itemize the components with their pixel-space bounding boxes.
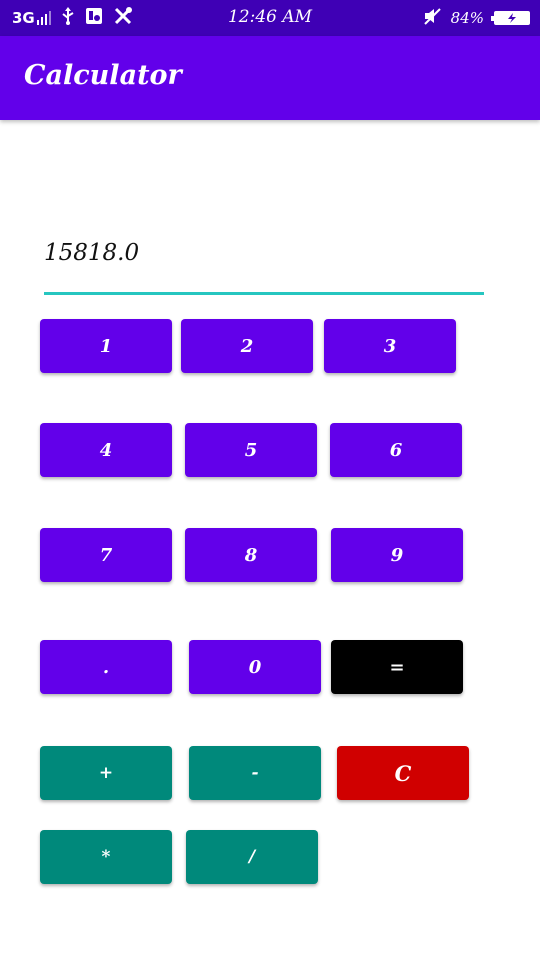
equals-button[interactable]: =	[331, 640, 463, 694]
app-bar: Calculator	[0, 36, 540, 120]
battery-icon	[491, 11, 530, 25]
digit-6-button[interactable]: 6	[330, 423, 462, 477]
digit-0-button[interactable]: 0	[189, 640, 321, 694]
display-underline	[44, 292, 484, 295]
digit-8-button[interactable]: 8	[185, 528, 317, 582]
result-display[interactable]: 15818.0	[44, 240, 139, 266]
status-right: 84%	[423, 8, 530, 28]
mute-icon	[423, 7, 441, 29]
digit-1-button[interactable]: 1	[40, 319, 172, 373]
digit-4-button[interactable]: 4	[40, 423, 172, 477]
decimal-point-button[interactable]: .	[40, 640, 172, 694]
digit-3-button[interactable]: 3	[324, 319, 456, 373]
digit-9-button[interactable]: 9	[331, 528, 463, 582]
app-title: Calculator	[24, 60, 182, 91]
divide-button[interactable]: /	[186, 830, 318, 884]
digit-7-button[interactable]: 7	[40, 528, 172, 582]
status-bar: 3G 12:46 AM 84%	[0, 0, 540, 36]
battery-percent: 84%	[450, 9, 484, 27]
subtract-button[interactable]: -	[189, 746, 321, 800]
digit-5-button[interactable]: 5	[185, 423, 317, 477]
add-button[interactable]: +	[40, 746, 172, 800]
clear-button[interactable]: C	[337, 746, 469, 800]
charging-icon	[508, 13, 516, 23]
digit-2-button[interactable]: 2	[181, 319, 313, 373]
multiply-button[interactable]: *	[40, 830, 172, 884]
